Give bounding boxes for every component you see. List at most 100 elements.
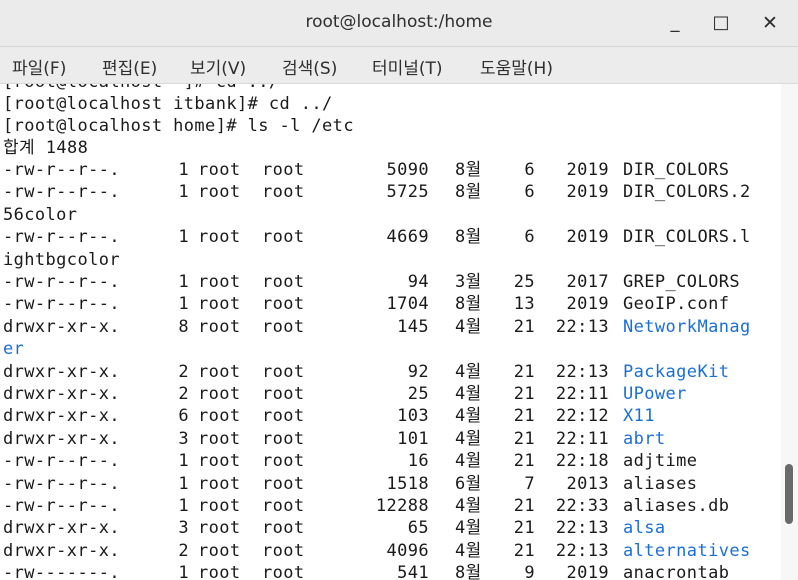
terminal-window: root@localhost:/home _ □ ✕ 파일(F) 편집(E) 보… <box>0 0 798 580</box>
day-cell: 21 <box>513 384 535 404</box>
listing-row: drwxr-xr-x. 2 root root 25 4월 21 22:11 UPower <box>3 383 778 405</box>
menu-help[interactable]: 도움말(H) <box>480 54 553 79</box>
day-cell: 21 <box>513 406 535 426</box>
filename-cell: DIR_COLORS <box>623 160 730 180</box>
month-cell: 8월 <box>455 563 482 580</box>
owner-cell: root <box>198 474 241 494</box>
links-cell: 2 <box>178 384 189 404</box>
group-cell: root <box>262 362 305 382</box>
month-cell: 8월 <box>455 160 482 180</box>
month-cell: 4월 <box>455 541 482 561</box>
perm-cell: -rw-r--r--. <box>3 474 120 494</box>
filename-continuation: 56color <box>3 205 78 225</box>
filename-cell: anacrontab <box>623 563 730 580</box>
owner-cell: root <box>198 160 241 180</box>
owner-cell: root <box>198 272 241 292</box>
day-cell: 25 <box>513 272 535 292</box>
owner-cell: root <box>198 429 241 449</box>
close-button[interactable]: ✕ <box>755 8 785 38</box>
listing-row: -rw-------. 1 root root 541 8월 9 2019 anacrontab <box>3 562 778 580</box>
perm-cell: drwxr-xr-x. <box>3 429 120 449</box>
perm-cell: -rw-r--r--. <box>3 496 120 516</box>
listing-row: drwxr-xr-x. 3 root root 65 4월 21 22:13 alsa <box>3 517 778 539</box>
day-cell: 7 <box>524 474 535 494</box>
minimize-button[interactable]: _ <box>660 8 690 38</box>
perm-cell: -rw-------. <box>3 563 120 580</box>
group-cell: root <box>262 541 305 561</box>
size-cell: 145 <box>397 317 429 337</box>
links-cell: 1 <box>178 451 189 471</box>
group-cell: root <box>262 294 305 314</box>
listing-row: -rw-r--r--. 1 root root 5725 8월 6 2019 DIR_COLOR… <box>3 181 778 203</box>
size-cell: 541 <box>397 563 429 580</box>
month-cell: 3월 <box>455 272 482 292</box>
group-cell: root <box>262 474 305 494</box>
time-cell: 22:13 <box>555 317 609 337</box>
size-cell: 25 <box>407 384 429 404</box>
size-cell: 1518 <box>386 474 429 494</box>
day-cell: 6 <box>524 182 535 202</box>
menu-view[interactable]: 보기(V) <box>190 54 246 79</box>
size-cell: 5090 <box>386 160 429 180</box>
time-cell: 22:11 <box>555 429 609 449</box>
scrollbar-thumb[interactable] <box>785 464 793 524</box>
time-cell: 22:12 <box>555 406 609 426</box>
day-cell: 13 <box>513 294 535 314</box>
filename-cell: UPower <box>623 384 687 404</box>
filename-cell: aliases.db <box>623 496 730 516</box>
perm-cell: drwxr-xr-x. <box>3 384 120 404</box>
links-cell: 1 <box>178 294 189 314</box>
month-cell: 4월 <box>455 496 482 516</box>
listing-row: drwxr-xr-x. 3 root root 101 4월 21 22:11 abrt <box>3 428 778 450</box>
month-cell: 8월 <box>455 182 482 202</box>
time-cell: 22:13 <box>555 541 609 561</box>
month-cell: 6월 <box>455 474 482 494</box>
filename-cell: aliases <box>623 474 698 494</box>
time-cell: 2019 <box>566 294 609 314</box>
perm-cell: drwxr-xr-x. <box>3 541 120 561</box>
title-bar[interactable]: root@localhost:/home _ □ ✕ <box>0 0 798 47</box>
terminal-output[interactable]: [root@localhost ~]# cd ../ [root@localho… <box>0 84 781 580</box>
group-cell: root <box>262 272 305 292</box>
listing-row: drwxr-xr-x. 8 root root 145 4월 21 22:13 NetworkM… <box>3 316 778 338</box>
menu-edit[interactable]: 편집(E) <box>102 54 157 79</box>
perm-cell: -rw-r--r--. <box>3 294 120 314</box>
month-cell: 4월 <box>455 362 482 382</box>
owner-cell: root <box>198 541 241 561</box>
perm-cell: -rw-r--r--. <box>3 451 120 471</box>
links-cell: 8 <box>178 317 189 337</box>
size-cell: 1704 <box>386 294 429 314</box>
menu-bar: 파일(F) 편집(E) 보기(V) 검색(S) 터미널(T) 도움말(H) <box>0 47 798 84</box>
filename-cell: alsa <box>623 518 666 538</box>
time-cell: 2019 <box>566 182 609 202</box>
total-line: 합계 1488 <box>3 138 89 158</box>
listing-row: -rw-r--r--. 1 root root 94 3월 25 2017 GREP_COLOR… <box>3 271 778 293</box>
month-cell: 4월 <box>455 429 482 449</box>
group-cell: root <box>262 160 305 180</box>
menu-file[interactable]: 파일(F) <box>12 54 66 79</box>
filename-cell: GREP_COLORS <box>623 272 740 292</box>
listing-row: -rw-r--r--. 1 root root 16 4월 21 22:18 adjtime <box>3 450 778 472</box>
perm-cell: -rw-r--r--. <box>3 227 120 247</box>
month-cell: 4월 <box>455 384 482 404</box>
links-cell: 1 <box>178 474 189 494</box>
listing-row: drwxr-xr-x. 2 root root 92 4월 21 22:13 PackageKi… <box>3 361 778 383</box>
maximize-button[interactable]: □ <box>706 8 736 38</box>
perm-cell: -rw-r--r--. <box>3 160 120 180</box>
month-cell: 4월 <box>455 406 482 426</box>
links-cell: 1 <box>178 227 189 247</box>
time-cell: 22:13 <box>555 518 609 538</box>
menu-terminal[interactable]: 터미널(T) <box>372 54 443 79</box>
scrollbar[interactable] <box>781 84 798 580</box>
menu-search[interactable]: 검색(S) <box>282 54 337 79</box>
group-cell: root <box>262 496 305 516</box>
links-cell: 1 <box>178 272 189 292</box>
size-cell: 12288 <box>375 496 429 516</box>
prompt-line: [root@localhost home]# ls -l /etc <box>3 116 354 136</box>
group-cell: root <box>262 384 305 404</box>
month-cell: 4월 <box>455 518 482 538</box>
owner-cell: root <box>198 227 241 247</box>
owner-cell: root <box>198 182 241 202</box>
owner-cell: root <box>198 406 241 426</box>
links-cell: 3 <box>178 518 189 538</box>
